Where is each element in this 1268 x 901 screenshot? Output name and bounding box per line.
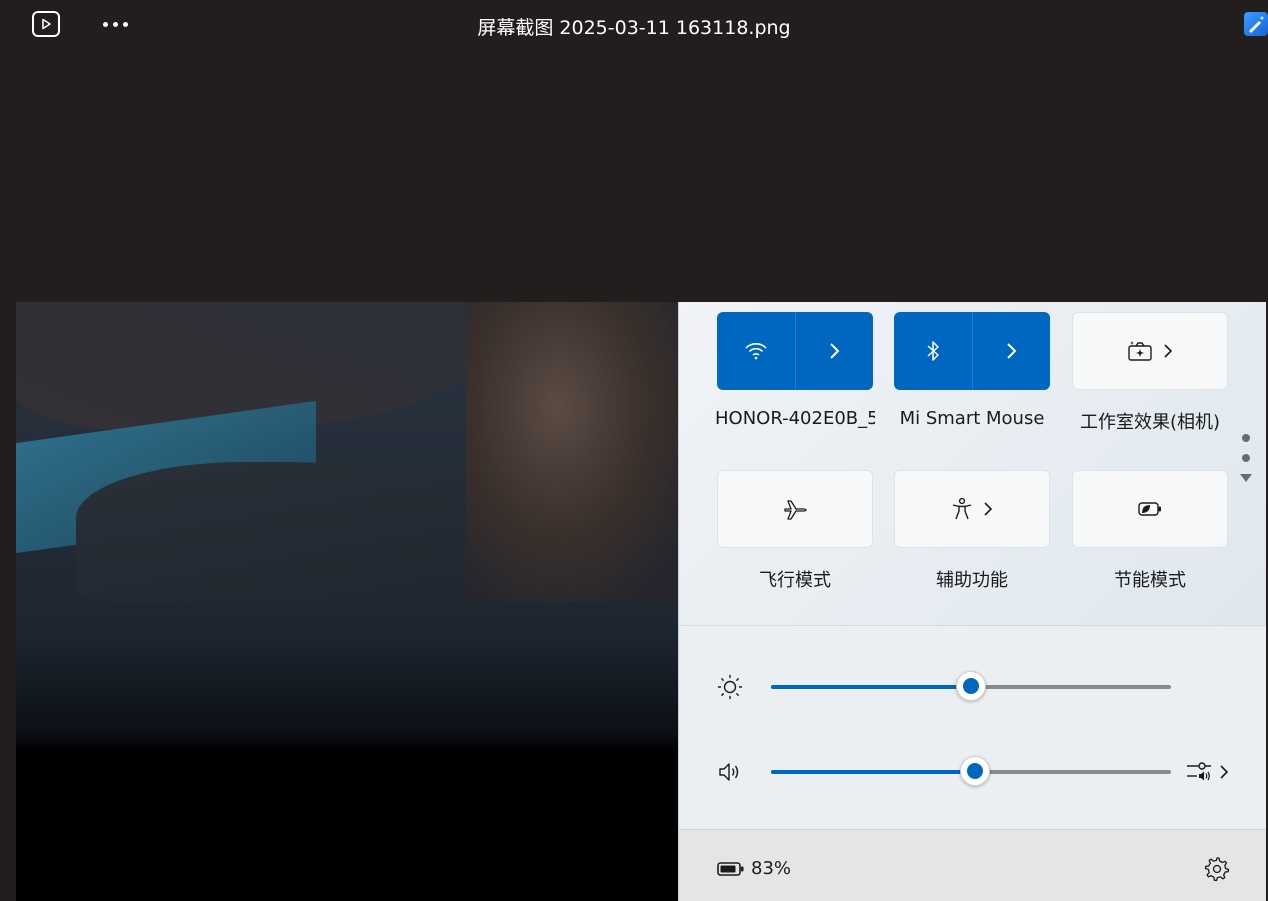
volume-slider-thumb[interactable] [960, 756, 990, 786]
airplane-icon [784, 500, 807, 520]
bluetooth-chevron-button[interactable] [971, 312, 1051, 390]
chevron-right-icon [1220, 765, 1229, 779]
battery-icon [717, 861, 744, 876]
wifi-toggle[interactable] [717, 312, 795, 390]
energy-saver-label: 节能模式 [1114, 570, 1186, 591]
bluetooth-label: Mi Smart Mouse [899, 408, 1045, 429]
battery-percent: 83% [751, 858, 792, 879]
bluetooth-toggle[interactable] [894, 312, 972, 390]
brightness-icon [717, 674, 743, 700]
airplane-mode-tile[interactable] [717, 470, 873, 548]
chevron-right-icon [1164, 344, 1173, 358]
chevron-down-icon[interactable] [1240, 474, 1252, 482]
chevron-right-icon [830, 343, 840, 359]
speaker-icon[interactable] [717, 759, 743, 785]
energy-saver-icon [1138, 502, 1161, 516]
quick-settings-footer: 83% [679, 829, 1266, 901]
volume-row [679, 751, 1266, 791]
page-dot[interactable] [1242, 454, 1250, 462]
studio-effects-icon [1128, 341, 1152, 361]
quick-settings-tiles: HONOR-402E0B_5 Mi Smart Mouse 工作室效果(相机) [679, 302, 1266, 625]
wifi-chevron-button[interactable] [794, 312, 874, 390]
page-dot[interactable] [1242, 434, 1250, 442]
gear-icon[interactable] [1204, 856, 1230, 882]
page-indicator[interactable] [1240, 434, 1252, 482]
wifi-icon [745, 343, 767, 360]
battery-status[interactable]: 83% [717, 858, 791, 879]
screenshot-image [16, 302, 678, 901]
accessibility-icon [952, 497, 972, 520]
airplane-mode-label: 飞行模式 [759, 570, 831, 591]
accessibility-tile[interactable] [894, 470, 1050, 548]
sliders-section [679, 626, 1266, 829]
audio-output-button[interactable] [1185, 757, 1235, 787]
quick-settings-panel: HONOR-402E0B_5 Mi Smart Mouse 工作室效果(相机) [678, 302, 1266, 901]
studio-effects-label: 工作室效果(相机) [1079, 412, 1221, 433]
chevron-right-icon [984, 502, 993, 516]
brightness-slider-thumb[interactable] [956, 671, 986, 701]
bluetooth-tile[interactable] [894, 312, 1050, 390]
chevron-right-icon [1007, 343, 1017, 359]
file-title: 屏幕截图 2025-03-11 163118.png [477, 17, 791, 39]
bluetooth-icon [927, 341, 939, 361]
brightness-row [679, 666, 1266, 706]
accessibility-label: 辅助功能 [936, 570, 1008, 591]
wifi-label: HONOR-402E0B_5 [715, 408, 875, 429]
studio-effects-tile[interactable] [1072, 312, 1228, 390]
photos-edit-icon[interactable] [1244, 12, 1268, 36]
energy-saver-tile[interactable] [1072, 470, 1228, 548]
wifi-tile[interactable] [717, 312, 873, 390]
audio-output-icon [1187, 762, 1211, 781]
title-bar: 屏幕截图 2025-03-11 163118.png [0, 0, 1268, 48]
